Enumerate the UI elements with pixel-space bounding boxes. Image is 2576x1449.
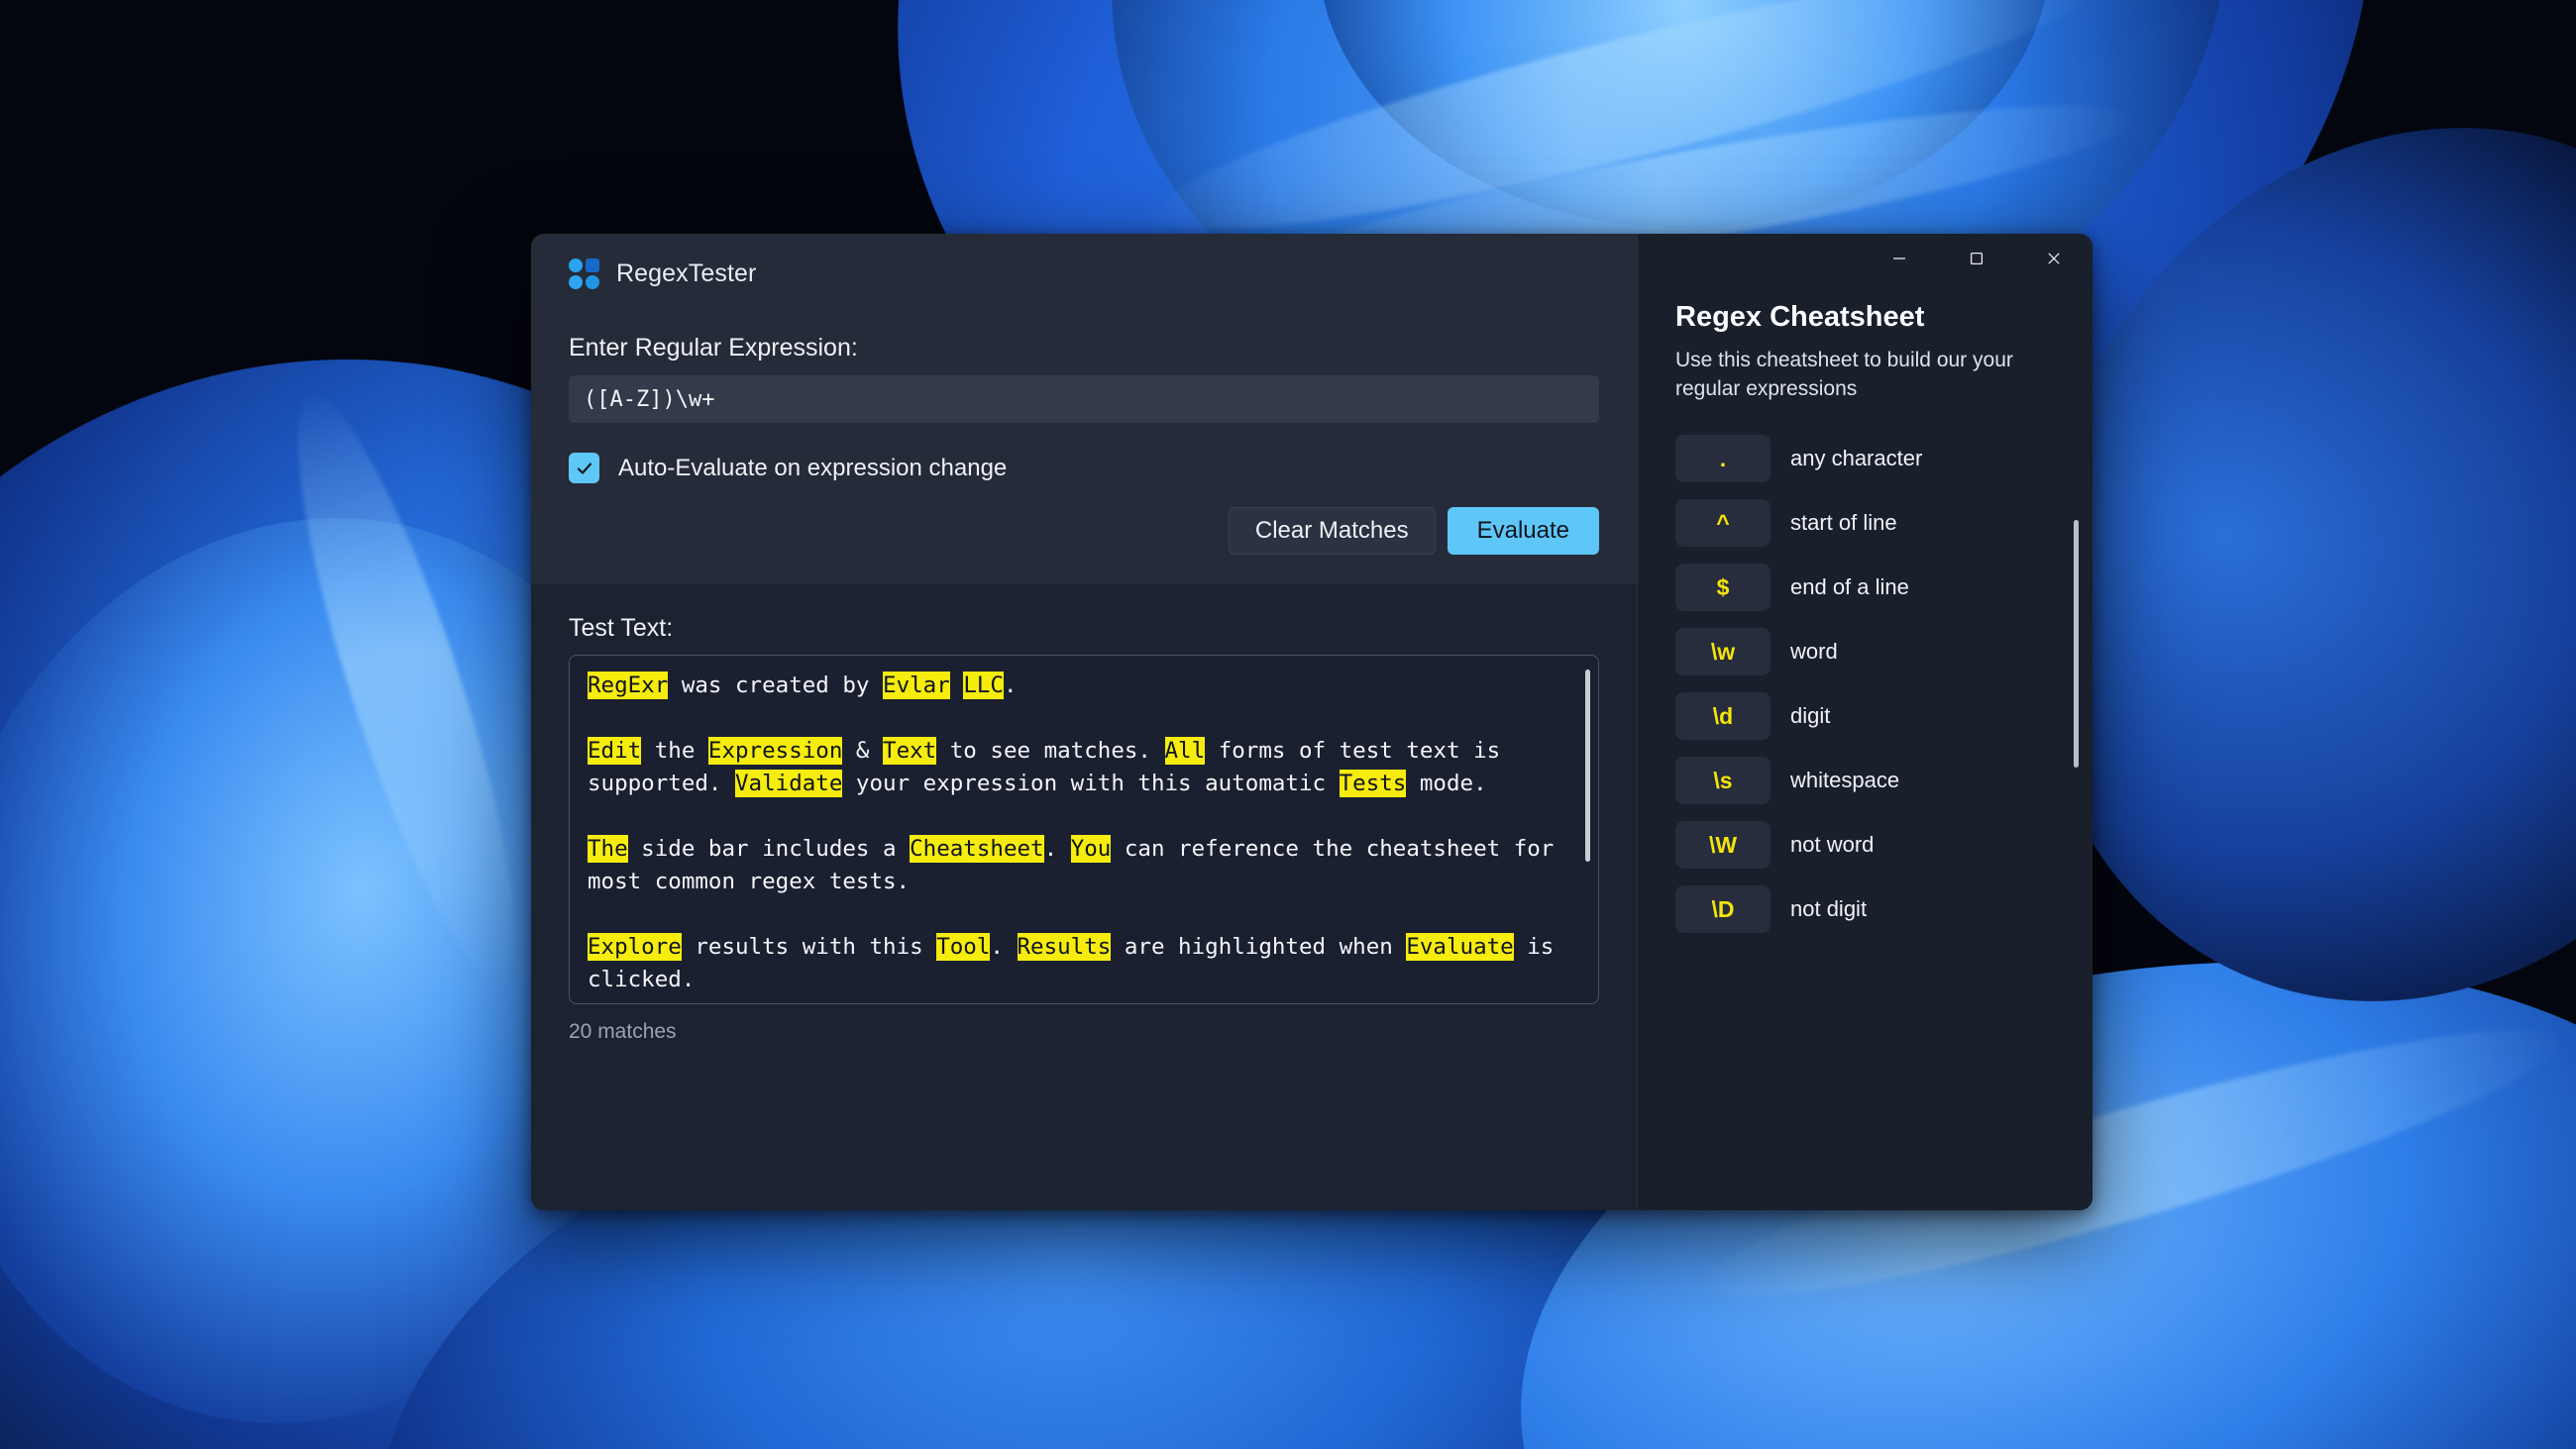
regex-match-highlight: Cheatsheet	[910, 835, 1044, 863]
test-text-content[interactable]: RegExr was created by Evlar LLC. Edit the…	[588, 670, 1580, 996]
auto-evaluate-row[interactable]: Auto-Evaluate on expression change	[569, 453, 1599, 483]
test-text-segment: the	[641, 738, 708, 764]
regex-match-highlight: RegExr	[588, 672, 669, 699]
cheatsheet-description: end of a line	[1790, 574, 1909, 599]
close-button[interactable]	[2015, 234, 2093, 283]
cheatsheet-description: start of line	[1790, 510, 1897, 535]
regex-match-highlight: Validate	[735, 770, 843, 797]
close-icon	[2048, 253, 2060, 264]
test-text-section: Test Text: RegExr was created by Evlar L…	[531, 584, 1637, 1210]
cheatsheet-item[interactable]: ^ start of line	[1675, 499, 2055, 547]
clear-matches-button[interactable]: Clear Matches	[1228, 507, 1436, 555]
cheatsheet-item[interactable]: \W not word	[1675, 821, 2055, 869]
regex-match-highlight: The	[588, 835, 628, 863]
regex-match-highlight: Evaluate	[1406, 933, 1514, 961]
test-text-line: Explore results with this Tool. Results …	[588, 931, 1580, 996]
expression-label: Enter Regular Expression:	[569, 334, 858, 362]
test-text-line: Edit the Expression & Text to see matche…	[588, 735, 1580, 800]
cheatsheet-list: . any character ^ start of line $ end of a li…	[1675, 435, 2055, 933]
cheatsheet-description: whitespace	[1790, 768, 1900, 792]
app-title: RegexTester	[616, 259, 757, 287]
cheatsheet-token[interactable]: \s	[1675, 757, 1771, 804]
regex-tester-window: RegexTester Enter Regular Expression: Au…	[531, 234, 2093, 1210]
title-bar[interactable]: RegexTester	[569, 234, 1599, 305]
cheatsheet-item[interactable]: \d digit	[1675, 692, 2055, 740]
expression-section: RegexTester Enter Regular Expression: Au…	[531, 234, 1637, 584]
cheatsheet-item[interactable]: . any character	[1675, 435, 2055, 482]
test-text-segment: .	[1003, 673, 1018, 698]
test-text-segment: was created by	[668, 673, 884, 698]
cheatsheet-sidebar: Regex Cheatsheet Use this cheatsheet to …	[1637, 234, 2093, 1210]
test-text-segment: are highlighted when	[1111, 934, 1407, 960]
cheatsheet-description: digit	[1790, 703, 1831, 728]
cheatsheet-token[interactable]: ^	[1675, 499, 1771, 547]
window-controls	[1861, 234, 2093, 283]
test-text-scrollbar[interactable]	[1585, 670, 1590, 862]
cheatsheet-subtitle: Use this cheatsheet to build our your re…	[1675, 349, 2013, 400]
test-text-line: The side bar includes a Cheatsheet. You …	[588, 833, 1580, 898]
cheatsheet-title: Regex Cheatsheet	[1675, 301, 1925, 333]
auto-evaluate-label: Auto-Evaluate on expression change	[618, 454, 1008, 481]
cheatsheet-item[interactable]: \D not digit	[1675, 885, 2055, 933]
maximize-button[interactable]	[1938, 234, 2015, 283]
maximize-icon	[1970, 252, 1984, 265]
regex-match-highlight: Results	[1017, 933, 1112, 961]
test-text-blank-line	[588, 800, 1580, 833]
cheatsheet-token[interactable]: \D	[1675, 885, 1771, 933]
desktop-wallpaper: RegexTester Enter Regular Expression: Au…	[0, 0, 2576, 1449]
cheatsheet-item[interactable]: \w word	[1675, 628, 2055, 675]
app-grid-icon	[569, 258, 599, 289]
test-text-segment: .	[990, 934, 1018, 960]
cheatsheet-token[interactable]: \W	[1675, 821, 1771, 869]
test-text-segment: mode.	[1406, 771, 1487, 796]
action-buttons: Clear Matches Evaluate	[569, 507, 1599, 555]
test-text-segment: &	[842, 738, 884, 764]
cheatsheet-description: word	[1790, 639, 1838, 664]
minimize-button[interactable]	[1861, 234, 1938, 283]
regex-match-highlight: Explore	[588, 933, 682, 961]
test-text-segment	[950, 673, 964, 698]
regex-match-highlight: Evlar	[883, 672, 950, 699]
regex-match-highlight: Tests	[1339, 770, 1407, 797]
test-text-segment: .	[1043, 836, 1071, 862]
test-text-segment: results with this	[681, 934, 937, 960]
minimize-icon	[1893, 258, 1905, 259]
test-text-box[interactable]: RegExr was created by Evlar LLC. Edit the…	[569, 655, 1599, 1004]
test-text-segment: side bar includes a	[627, 836, 911, 862]
cheatsheet-item[interactable]: \s whitespace	[1675, 757, 2055, 804]
evaluate-button[interactable]: Evaluate	[1447, 507, 1599, 555]
cheatsheet-token[interactable]: $	[1675, 564, 1771, 611]
regex-match-highlight: Tool	[936, 933, 991, 961]
test-text-line: RegExr was created by Evlar LLC.	[588, 670, 1580, 702]
test-text-segment: to see matches.	[936, 738, 1165, 764]
main-panel: RegexTester Enter Regular Expression: Au…	[531, 234, 1637, 1210]
regex-match-highlight: Expression	[707, 737, 843, 765]
regex-match-highlight: All	[1164, 737, 1206, 765]
cheatsheet-token[interactable]: \w	[1675, 628, 1771, 675]
test-text-blank-line	[588, 702, 1580, 735]
cheatsheet-description: any character	[1790, 446, 1923, 470]
cheatsheet-token[interactable]: \d	[1675, 692, 1771, 740]
test-text-segment: your expression with this automatic	[842, 771, 1340, 796]
regex-input[interactable]	[569, 375, 1599, 423]
regex-match-highlight: You	[1070, 835, 1112, 863]
regex-match-highlight: Edit	[588, 737, 642, 765]
test-text-label: Test Text:	[569, 614, 674, 642]
match-count-status: 20 matches	[569, 1020, 677, 1043]
cheatsheet-item[interactable]: $ end of a line	[1675, 564, 2055, 611]
auto-evaluate-checkbox[interactable]	[569, 453, 599, 483]
regex-match-highlight: Text	[883, 737, 937, 765]
cheatsheet-description: not digit	[1790, 896, 1868, 921]
cheatsheet-scrollbar[interactable]	[2074, 520, 2079, 768]
regex-match-highlight: LLC	[963, 672, 1004, 699]
checkmark-icon	[577, 462, 591, 474]
test-text-blank-line	[588, 898, 1580, 931]
cheatsheet-description: not word	[1790, 832, 1875, 857]
cheatsheet-token[interactable]: .	[1675, 435, 1771, 482]
